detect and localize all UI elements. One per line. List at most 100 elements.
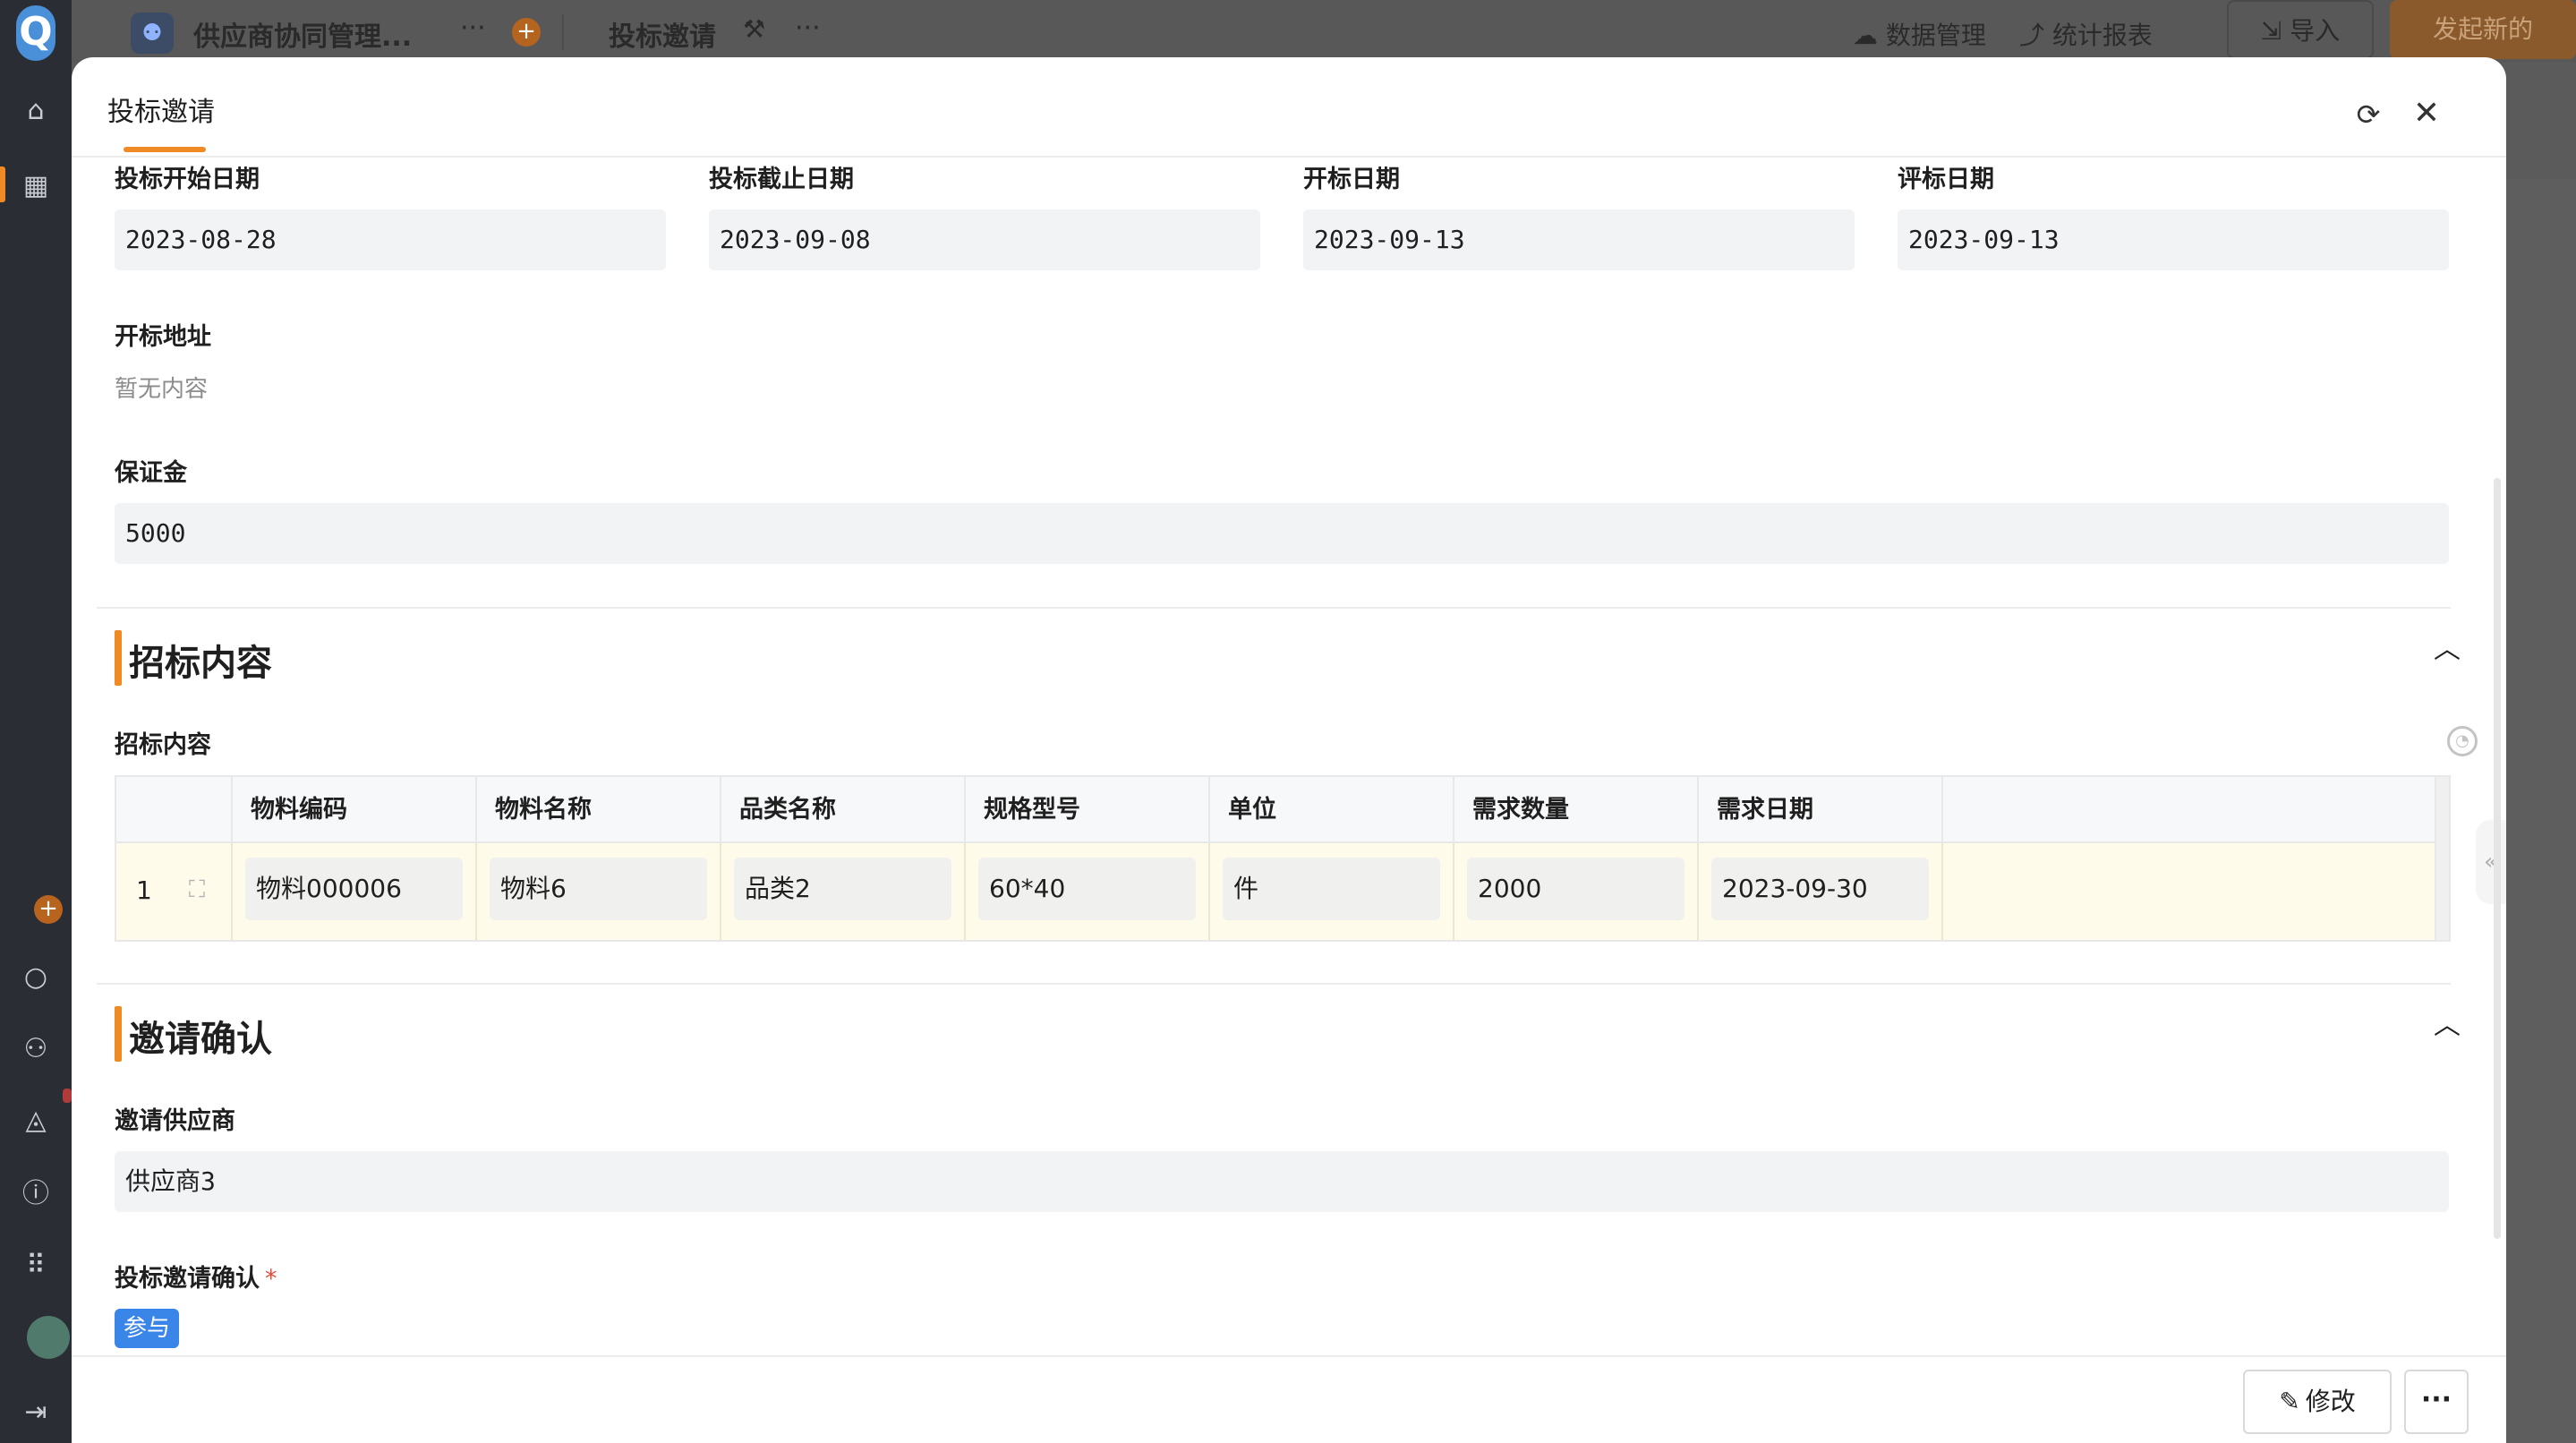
required-mark: * <box>265 1265 277 1293</box>
table-cell: 2023-09-30 <box>1699 843 1943 940</box>
quantity-value[interactable]: 2000 <box>1467 858 1685 920</box>
help-icon[interactable]: ⓘ <box>20 1178 52 1210</box>
top-bar: ⚉ 供应商协同管理... ··· + 投标邀请 ⚒ ··· ☁ 数据管理 ⤴ 统… <box>72 0 2576 63</box>
table-header-cell: 需求数量 <box>1454 777 1699 843</box>
app-more-icon[interactable]: ··· <box>460 13 486 44</box>
eval-date-field[interactable]: 2023-09-13 <box>1898 209 2449 270</box>
search-icon[interactable]: ○ <box>20 961 52 994</box>
app-icon[interactable]: ⚉ <box>131 13 174 54</box>
close-icon[interactable]: ✕ <box>2410 97 2444 131</box>
tender-table-label: 招标内容 <box>115 731 211 759</box>
invite-supplier-field[interactable]: 供应商3 <box>115 1151 2449 1212</box>
tender-section-title: 招标内容 <box>129 643 272 684</box>
unit-value[interactable]: 件 <box>1223 858 1440 920</box>
open-address-empty: 暂无内容 <box>115 376 209 403</box>
data-management-link[interactable]: ☁ 数据管理 <box>1853 16 1986 52</box>
stats-report-link[interactable]: ⤴ 统计报表 <box>2019 16 2153 52</box>
expand-row-icon[interactable]: ⛶ <box>183 875 211 904</box>
import-button[interactable]: ⇲ 导入 <box>2227 0 2374 59</box>
table-cell: 2000 <box>1454 843 1699 940</box>
table-header-cell: 物料编码 <box>233 777 477 843</box>
left-nav-rail: Q ⌂ ▦ + ○ ⚇ ◬ ⓘ ⠿ ⇥ <box>0 0 72 1443</box>
invite-supplier-label: 邀请供应商 <box>115 1107 235 1135</box>
open-date-label: 开标日期 <box>1303 166 1400 193</box>
app-title[interactable]: 供应商协同管理... <box>193 14 412 54</box>
spec-model-value[interactable]: 60*40 <box>978 858 1196 920</box>
table-cell: 物料000006 <box>233 843 477 940</box>
section-accent-bar <box>115 1006 122 1062</box>
home-icon[interactable]: ⌂ <box>20 95 52 127</box>
table-header-index <box>116 777 233 843</box>
table-cell: 60*40 <box>966 843 1210 940</box>
table-header-cell: 需求日期 <box>1699 777 1943 843</box>
modal-scrollbar[interactable] <box>2494 478 2501 1239</box>
edit-label: 修改 <box>2305 1387 2356 1416</box>
app-logo[interactable]: Q <box>16 5 55 61</box>
divider <box>562 14 564 50</box>
history-icon[interactable]: ◔ <box>2447 726 2478 756</box>
required-date-value[interactable]: 2023-09-30 <box>1711 858 1929 920</box>
notification-badge <box>63 1089 72 1103</box>
chevron-up-icon[interactable]: ︿ <box>2431 1010 2463 1042</box>
section-divider <box>97 607 2451 609</box>
more-actions-button[interactable]: ··· <box>2404 1370 2469 1434</box>
edit-button[interactable]: ✎ 修改 <box>2243 1370 2392 1434</box>
bell-icon[interactable]: ◬ <box>20 1105 52 1137</box>
table-scrollbar[interactable] <box>2435 777 2449 940</box>
modal-footer: ✎ 修改 ··· <box>72 1355 2506 1443</box>
material-code-value[interactable]: 物料000006 <box>245 858 463 920</box>
category-name-value[interactable]: 品类2 <box>734 858 951 920</box>
bid-start-field[interactable]: 2023-08-28 <box>115 209 666 270</box>
expand-nav-icon[interactable]: ⇥ <box>20 1396 52 1429</box>
table-header-cell: 规格型号 <box>966 777 1210 843</box>
deposit-field[interactable]: 5000 <box>115 503 2449 564</box>
wrench-icon[interactable]: ⚒ <box>743 14 765 44</box>
section-divider <box>97 983 2451 985</box>
table-header: 物料编码 物料名称 品类名称 规格型号 单位 需求数量 需求日期 <box>116 777 2449 843</box>
row-number: 1 <box>136 875 152 905</box>
table-header-cell: 物料名称 <box>477 777 721 843</box>
modal-title[interactable]: 投标邀请 <box>107 90 215 129</box>
tender-table: 物料编码 物料名称 品类名称 规格型号 单位 需求数量 需求日期 1 ⛶ 物料0… <box>115 775 2451 942</box>
invite-section-title: 邀请确认 <box>129 1019 272 1060</box>
bid-end-label: 投标截止日期 <box>709 166 854 193</box>
page-title[interactable]: 投标邀请 <box>609 14 716 54</box>
add-icon[interactable]: + <box>34 895 63 924</box>
refresh-icon[interactable]: ⟳ <box>2352 98 2384 131</box>
participate-tag[interactable]: 参与 <box>115 1309 180 1348</box>
material-name-value[interactable]: 物料6 <box>490 858 707 920</box>
open-address-label: 开标地址 <box>115 323 211 351</box>
invite-confirm-label-text: 投标邀请确认 <box>115 1265 260 1293</box>
stats-report-label: 统计报表 <box>2051 21 2153 50</box>
eval-date-label: 评标日期 <box>1898 166 1994 193</box>
import-label: 导入 <box>2290 16 2341 46</box>
table-cell: 品类2 <box>721 843 966 940</box>
bid-start-label: 投标开始日期 <box>115 166 260 193</box>
table-cell: 件 <box>1210 843 1454 940</box>
data-management-label: 数据管理 <box>1885 21 1986 50</box>
active-tab-underline <box>124 147 206 152</box>
avatar[interactable] <box>27 1316 70 1359</box>
edit-icon: ✎ <box>2279 1387 2300 1416</box>
active-indicator <box>0 166 5 202</box>
table-cell: 物料6 <box>477 843 721 940</box>
deposit-label: 保证金 <box>115 459 187 487</box>
table-row[interactable]: 1 ⛶ 物料000006 物料6 品类2 60*40 件 2000 2023-0… <box>116 843 2449 940</box>
record-modal: 投标邀请 ⟳ ✕ 投标开始日期 2023-08-28 投标截止日期 2023-0… <box>72 57 2506 1443</box>
invite-confirm-label: 投标邀请确认 * <box>115 1259 277 1294</box>
chevron-up-icon[interactable]: ︿ <box>2431 634 2463 666</box>
grid-menu-icon[interactable]: ⠿ <box>20 1250 52 1282</box>
section-accent-bar <box>115 630 122 686</box>
table-header-cell: 品类名称 <box>721 777 966 843</box>
bid-end-field[interactable]: 2023-09-08 <box>709 209 1260 270</box>
modal-header: 投标邀请 ⟳ ✕ <box>72 57 2506 158</box>
collapse-panel-icon[interactable]: « <box>2476 820 2506 904</box>
page-more-icon[interactable]: ··· <box>795 13 821 44</box>
add-page-icon[interactable]: + <box>512 18 541 47</box>
contacts-icon[interactable]: ⚇ <box>20 1033 52 1065</box>
open-date-field[interactable]: 2023-09-13 <box>1303 209 1855 270</box>
apps-grid-icon[interactable]: ▦ <box>20 170 52 202</box>
new-submit-button[interactable]: 发起新的 <box>2390 0 2576 59</box>
background-content <box>2501 179 2576 1443</box>
row-index-cell: 1 ⛶ <box>116 843 233 940</box>
